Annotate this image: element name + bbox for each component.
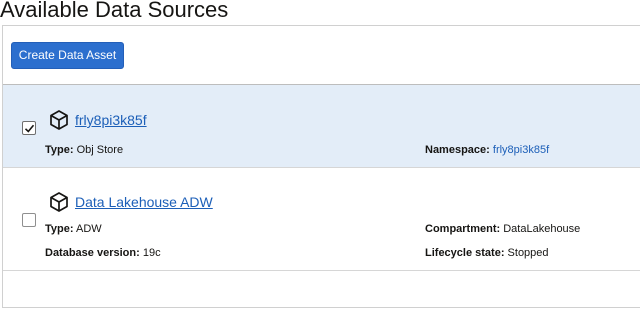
namespace-label: Namespace:	[425, 144, 490, 156]
data-source-name-link[interactable]: Data Lakehouse ADW	[75, 194, 213, 210]
type-label: Type:	[45, 223, 74, 235]
type-field: Type: ADW	[45, 222, 102, 236]
cube-icon	[50, 192, 68, 212]
compartment-value: DataLakehouse	[503, 223, 581, 235]
type-value: Obj Store	[76, 144, 124, 156]
database-version-label: Database version:	[45, 247, 140, 259]
lifecycle-state-label: Lifecycle state:	[425, 247, 505, 259]
database-version-value: 19c	[142, 247, 161, 259]
create-data-asset-button[interactable]: Create Data Asset	[11, 42, 124, 69]
page-title: Available Data Sources	[0, 0, 229, 22]
toolbar: Create Data Asset	[3, 26, 640, 85]
type-label: Type:	[45, 144, 74, 156]
type-field: Type: Obj Store	[45, 143, 123, 157]
compartment-field: Compartment: DataLakehouse	[425, 222, 580, 236]
data-source-name-link[interactable]: frly8pi3k85f	[75, 112, 147, 128]
data-source-card[interactable]: frly8pi3k85f Type: Obj Store Namespace: …	[3, 85, 640, 168]
select-checkbox[interactable]	[22, 121, 36, 135]
lifecycle-state-value: Stopped	[507, 247, 549, 259]
data-sources-panel: Create Data Asset frly8pi3k85f Type: Obj…	[2, 25, 640, 308]
compartment-label: Compartment:	[425, 223, 501, 235]
namespace-value: frly8pi3k85f	[492, 144, 550, 156]
type-value: ADW	[75, 223, 102, 235]
checkmark-icon	[24, 124, 35, 133]
data-source-card[interactable]: Data Lakehouse ADW Type: ADW Compartment…	[3, 168, 640, 271]
namespace-field: Namespace: frly8pi3k85f	[425, 143, 549, 157]
select-checkbox[interactable]	[22, 213, 36, 227]
lifecycle-state-field: Lifecycle state: Stopped	[425, 246, 549, 260]
database-version-field: Database version: 19c	[45, 246, 161, 260]
cube-icon	[50, 110, 68, 130]
